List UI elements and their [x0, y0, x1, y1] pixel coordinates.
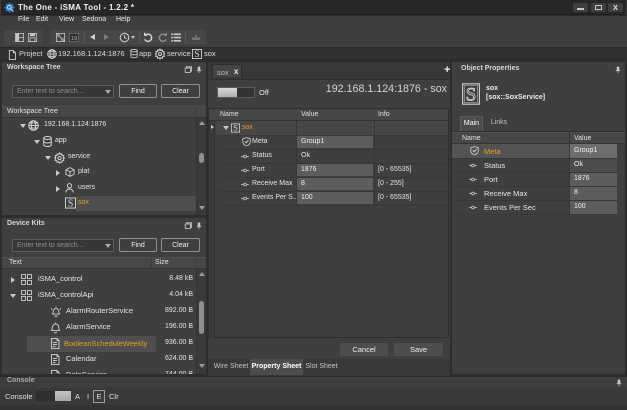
- svg-text:S: S: [466, 85, 477, 105]
- svg-text:19: 19: [71, 36, 78, 42]
